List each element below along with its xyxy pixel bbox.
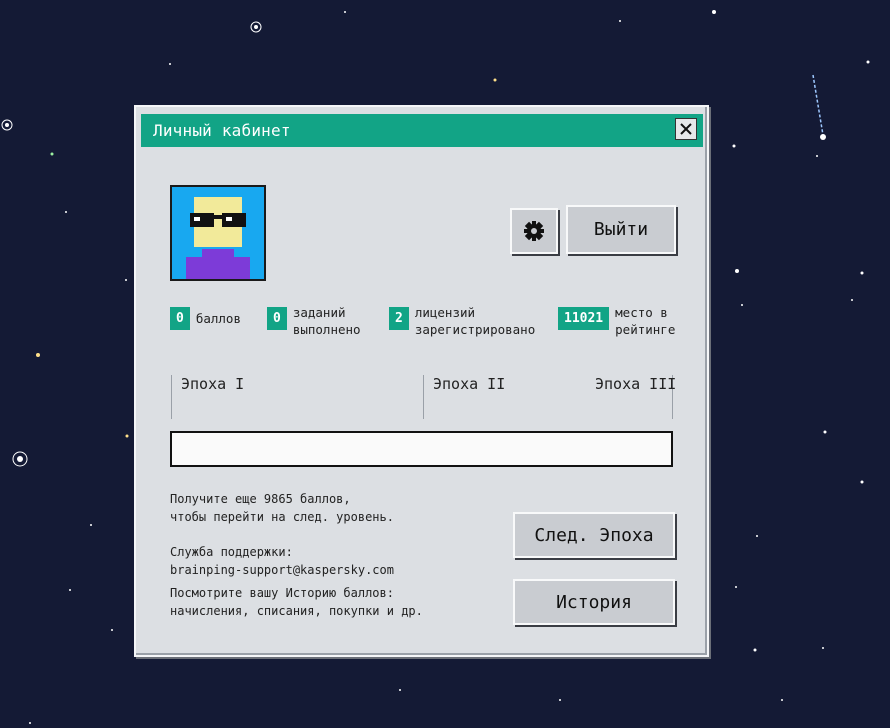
stat-rating: 11021 место в рейтинге	[558, 305, 676, 338]
stat-licenses-value: 2	[389, 307, 409, 330]
epoch-progress-bar	[170, 431, 673, 467]
support-email-link[interactable]: brainping-support@kaspersky.com	[170, 563, 394, 577]
close-icon	[680, 123, 692, 135]
stat-rating-label: место в рейтинге	[615, 305, 676, 337]
stat-tasks: 0 заданий выполнено	[267, 305, 361, 338]
stat-points-value: 0	[170, 307, 190, 330]
history-button[interactable]: История	[513, 579, 675, 625]
epoch-tick	[171, 375, 172, 419]
profile-window: Личный кабинет Выйти 0 баллов 0 заданий …	[134, 105, 709, 657]
stat-rating-value: 11021	[558, 307, 610, 330]
logout-button[interactable]: Выйти	[566, 205, 676, 254]
stat-tasks-label: заданий выполнено	[292, 305, 361, 337]
next-epoch-button[interactable]: След. Эпоха	[513, 512, 675, 558]
close-button[interactable]	[675, 118, 697, 140]
history-hint-text: Посмотрите вашу Историю баллов: начислени…	[170, 586, 423, 618]
avatar	[170, 185, 266, 281]
epoch-tick	[423, 375, 424, 419]
window-title: Личный кабинет	[153, 121, 291, 140]
window-titlebar: Личный кабинет	[141, 114, 703, 147]
epoch-label-2: Эпоха II	[433, 375, 506, 393]
stat-tasks-value: 0	[267, 307, 287, 330]
pixel-avatar-sunglasses-icon	[172, 187, 264, 279]
stat-licenses-label: лицензий зарегистрировано	[414, 305, 536, 337]
support-text: Служба поддержки: brainping-support@kaspe…	[170, 545, 394, 577]
settings-button[interactable]	[510, 208, 558, 254]
shooting-star	[812, 74, 826, 140]
points-needed-text: Получите еще 9865 баллов, чтобы перейти н…	[170, 492, 394, 524]
stat-points: 0 баллов	[170, 307, 241, 330]
gear-icon	[524, 221, 544, 241]
epoch-label-1: Эпоха I	[181, 375, 245, 393]
stat-licenses: 2 лицензий зарегистрировано	[389, 305, 536, 338]
stat-points-label: баллов	[195, 311, 241, 326]
epoch-label-3: Эпоха III	[595, 375, 677, 393]
